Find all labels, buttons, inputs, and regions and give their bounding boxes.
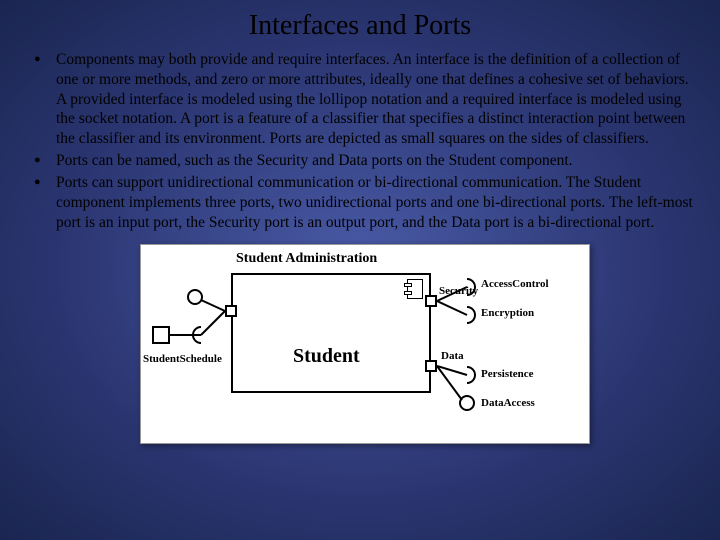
student-component: Student <box>231 273 431 393</box>
label-student-admin: Student Administration <box>236 251 377 267</box>
bullet-item: Ports can support unidirectional communi… <box>30 173 700 232</box>
label-encryption: Encryption <box>481 307 534 319</box>
bullet-item: Components may both provide and require … <box>30 50 700 149</box>
bullet-list: Components may both provide and require … <box>30 50 700 232</box>
label-access-control: AccessControl <box>481 278 549 290</box>
data-port <box>425 360 437 372</box>
label-student: Student <box>293 345 360 368</box>
uml-diagram: Student Administration Student <box>140 244 590 444</box>
bullet-item: Ports can be named, such as the Security… <box>30 151 700 171</box>
component-icon <box>407 279 423 299</box>
slide-content: Components may both provide and require … <box>0 50 720 444</box>
label-data-access: DataAccess <box>481 397 535 409</box>
label-student-schedule: StudentSchedule <box>143 353 222 365</box>
label-persistence: Persistence <box>481 368 534 380</box>
slide-title: Interfaces and Ports <box>0 0 720 50</box>
security-port <box>425 295 437 307</box>
